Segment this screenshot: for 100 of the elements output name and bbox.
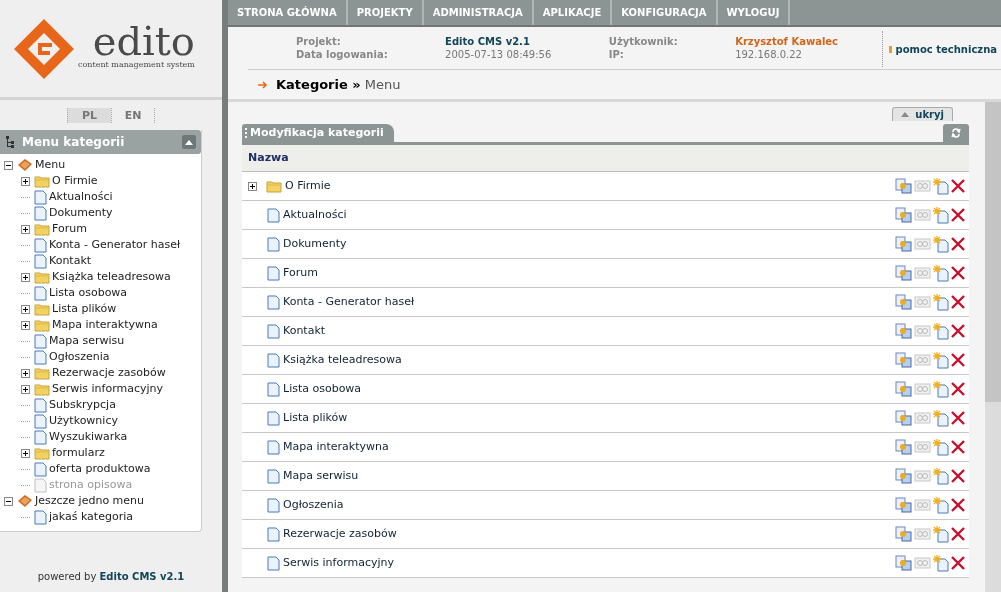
delete-icon[interactable] xyxy=(951,324,965,338)
delete-icon[interactable] xyxy=(951,208,965,222)
hide-button[interactable]: ukryj xyxy=(892,107,953,121)
delete-icon[interactable] xyxy=(951,527,965,541)
edit-icon[interactable] xyxy=(895,236,912,252)
category-name[interactable]: Lista plików xyxy=(283,409,348,427)
category-name[interactable]: Mapa interaktywna xyxy=(283,438,389,456)
tree-item[interactable]: Książka teleadresowa xyxy=(52,268,171,286)
edit-icon[interactable] xyxy=(895,178,912,194)
edit-icon[interactable] xyxy=(895,323,912,339)
folder-icon xyxy=(34,174,50,188)
category-name[interactable]: Konta - Generator haseł xyxy=(283,293,415,311)
link-icon xyxy=(914,440,931,454)
folder-icon xyxy=(34,366,50,380)
edit-icon[interactable] xyxy=(895,410,912,426)
tree-item[interactable]: Konta - Generator haseł xyxy=(49,236,181,254)
refresh-button[interactable] xyxy=(943,124,969,142)
delete-icon[interactable] xyxy=(951,411,965,425)
page-icon xyxy=(267,526,280,542)
category-name[interactable]: Mapa serwisu xyxy=(283,467,359,485)
link-icon xyxy=(914,295,931,309)
tree-item[interactable]: Kontakt xyxy=(49,252,92,270)
collapse-icon[interactable] xyxy=(4,160,13,170)
tree-item[interactable]: Ogłoszenia xyxy=(49,348,110,366)
delete-icon[interactable] xyxy=(951,266,965,280)
category-name[interactable]: Aktualności xyxy=(283,206,347,224)
delete-icon[interactable] xyxy=(951,469,965,483)
category-name[interactable]: Lista osobowa xyxy=(283,380,362,398)
link-icon xyxy=(914,527,931,541)
link-icon xyxy=(914,353,931,367)
edit-icon[interactable] xyxy=(895,497,912,513)
expand-icon[interactable] xyxy=(21,320,30,330)
breadcrumb: Kategorie » Menu xyxy=(276,75,401,94)
expand-icon[interactable] xyxy=(248,181,257,191)
delete-icon[interactable] xyxy=(951,353,965,367)
link-icon xyxy=(914,266,931,280)
page-icon xyxy=(267,410,280,426)
edit-icon[interactable] xyxy=(895,294,912,310)
tree-item[interactable]: Menu xyxy=(35,156,66,174)
delete-icon[interactable] xyxy=(951,440,965,454)
delete-icon[interactable] xyxy=(951,295,965,309)
tree-item[interactable]: Lista osobowa xyxy=(49,284,128,302)
expand-icon[interactable] xyxy=(21,224,30,234)
tree-item[interactable]: Aktualności xyxy=(49,188,113,206)
expand-icon[interactable] xyxy=(21,176,30,186)
expand-icon[interactable] xyxy=(21,304,30,314)
tree-item[interactable]: oferta produktowa xyxy=(49,460,151,478)
expand-icon[interactable] xyxy=(21,448,30,458)
delete-icon[interactable] xyxy=(951,382,965,396)
tree-item[interactable]: formularz xyxy=(52,444,105,462)
folder-icon xyxy=(266,179,282,193)
info-label: Użytkownik: xyxy=(608,35,679,48)
category-name[interactable]: Rezerwacje zasobów xyxy=(283,525,397,543)
category-name[interactable]: Książka teleadresowa xyxy=(283,351,402,369)
collapse-button[interactable] xyxy=(182,135,196,149)
category-name[interactable]: Serwis informacyjny xyxy=(283,554,395,572)
folder-icon xyxy=(34,302,50,316)
expand-icon[interactable] xyxy=(21,368,30,378)
delete-icon[interactable] xyxy=(951,179,965,193)
tree-item[interactable]: Forum xyxy=(52,220,87,238)
tree-item[interactable]: Serwis informacyjny xyxy=(52,380,164,398)
expand-icon[interactable] xyxy=(21,272,30,282)
link-icon xyxy=(914,237,931,251)
tree-item[interactable]: Mapa serwisu xyxy=(49,332,125,350)
category-name[interactable]: Forum xyxy=(283,264,318,282)
delete-icon[interactable] xyxy=(951,556,965,570)
category-name[interactable]: Kontakt xyxy=(283,322,326,340)
link-icon xyxy=(914,411,931,425)
tree-item[interactable]: Użytkownicy xyxy=(49,412,118,430)
delete-icon[interactable] xyxy=(951,498,965,512)
edit-icon[interactable] xyxy=(895,352,912,368)
category-name[interactable]: Ogłoszenia xyxy=(283,496,344,514)
collapse-icon[interactable] xyxy=(4,496,13,506)
arrow-icon xyxy=(258,80,268,89)
edit-icon[interactable] xyxy=(895,468,912,484)
tree-item[interactable]: Lista plików xyxy=(52,300,117,318)
tree-item[interactable]: Wyszukiwarka xyxy=(49,428,128,446)
edit-icon[interactable] xyxy=(895,439,912,455)
tree-item[interactable]: Mapa interaktywna xyxy=(52,316,158,334)
tree-item[interactable]: Jeszcze jedno menu xyxy=(35,492,145,510)
logo-icon xyxy=(12,16,76,81)
edit-icon[interactable] xyxy=(895,526,912,542)
edit-icon[interactable] xyxy=(895,265,912,281)
tree-item[interactable]: Dokumenty xyxy=(49,204,113,222)
edit-icon[interactable] xyxy=(895,555,912,571)
tree-item[interactable]: Subskrypcja xyxy=(49,396,116,414)
category-name[interactable]: O Firmie xyxy=(285,177,331,195)
scrollbar[interactable] xyxy=(985,102,1001,592)
tree-item[interactable]: O Firmie xyxy=(52,172,98,190)
edit-icon[interactable] xyxy=(895,207,912,223)
category-name[interactable]: Dokumenty xyxy=(283,235,347,253)
edit-icon[interactable] xyxy=(895,381,912,397)
folder-icon xyxy=(34,270,50,284)
page-icon xyxy=(267,468,280,484)
expand-icon[interactable] xyxy=(21,384,30,394)
language-tab[interactable]: EN xyxy=(111,108,155,123)
help-link[interactable]: pomoc techniczna xyxy=(895,41,997,57)
tree-item[interactable]: jakaś kategoria xyxy=(49,508,133,526)
tree-item[interactable]: Rezerwacje zasobów xyxy=(52,364,166,382)
delete-icon[interactable] xyxy=(951,237,965,251)
